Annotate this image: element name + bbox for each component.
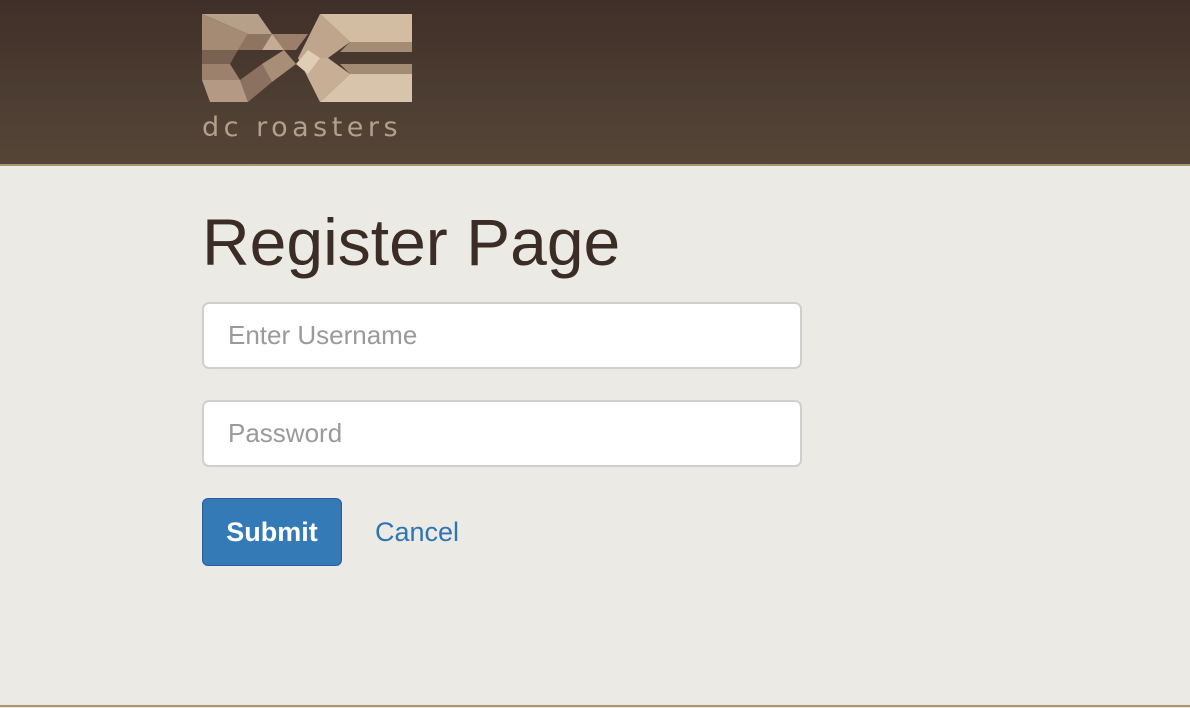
dc-roasters-logo[interactable]: dc roasters [200, 12, 414, 148]
footer-divider [0, 705, 1190, 707]
username-input[interactable] [202, 302, 802, 369]
site-header: dc roasters [0, 0, 1190, 166]
logo-text: dc roasters [202, 112, 403, 143]
submit-button[interactable]: Submit [202, 498, 342, 566]
password-input[interactable] [202, 400, 802, 467]
dc-roasters-logo-icon [202, 14, 412, 102]
cancel-link[interactable]: Cancel [375, 498, 459, 566]
page-title: Register Page [202, 205, 621, 279]
